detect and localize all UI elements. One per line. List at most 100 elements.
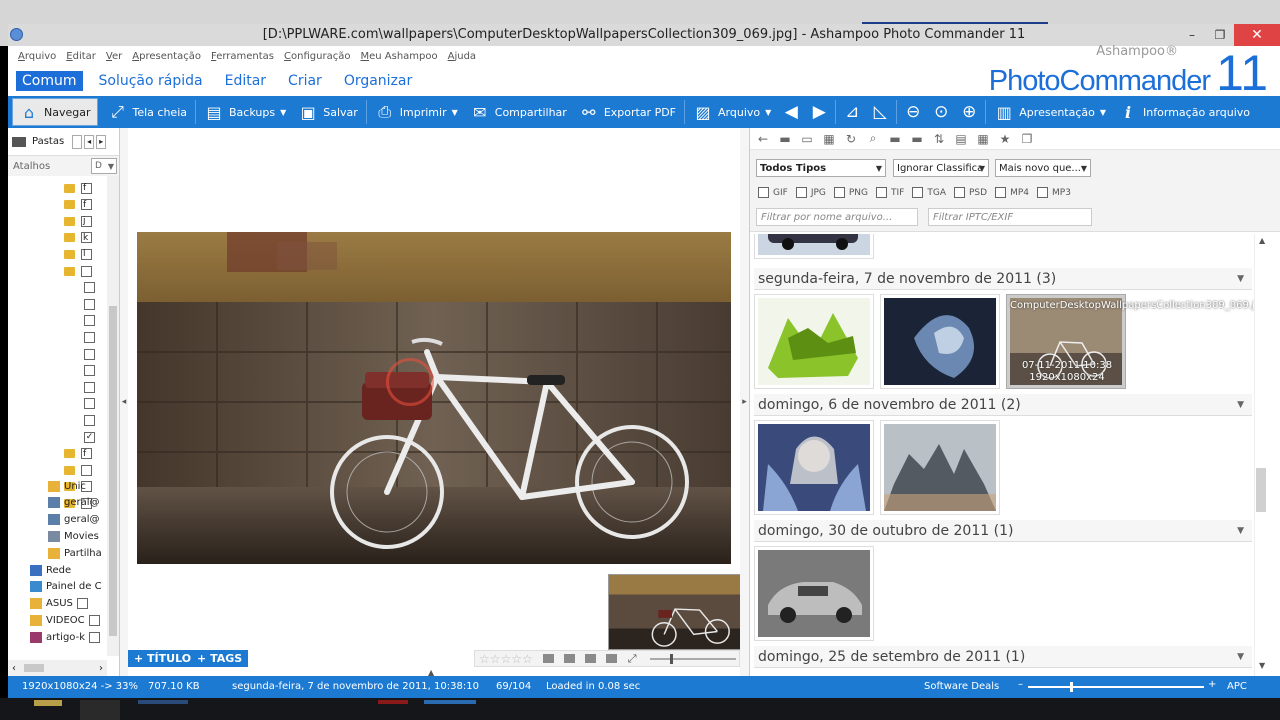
group-header[interactable]: domingo, 25 de setembro de 2011 (1) ▼: [754, 646, 1252, 668]
next-arrow-icon[interactable]: ▶: [805, 96, 833, 128]
folder-row[interactable]: [84, 296, 95, 312]
checkbox[interactable]: [833, 187, 845, 198]
folder-row[interactable]: j: [64, 213, 92, 229]
tree-item-checkbox[interactable]: [89, 631, 100, 643]
software-deals-link[interactable]: Software Deals: [924, 681, 999, 692]
folder-tree-scroll-thumb[interactable]: [109, 306, 117, 636]
folder-checkbox[interactable]: [84, 348, 95, 360]
navegar-button[interactable]: ⌂ Navegar: [12, 98, 98, 126]
minimize-button[interactable]: –: [1178, 24, 1206, 46]
zoom-slider-handle[interactable]: [669, 653, 673, 664]
checkbox[interactable]: [758, 187, 769, 198]
chevron-down-icon[interactable]: ▼: [1237, 526, 1244, 536]
sort-icon[interactable]: ⇅: [932, 132, 946, 146]
fit-icon[interactable]: ⤢: [628, 652, 637, 666]
flip-horizontal-icon[interactable]: ⊿: [838, 96, 866, 128]
maximize-button[interactable]: ❐: [1206, 24, 1234, 46]
tela-cheia-button[interactable]: ⤢ Tela cheia: [102, 96, 194, 128]
filename-filter-input[interactable]: Filtrar por nome arquivo...: [756, 208, 918, 226]
close-button[interactable]: ✕: [1234, 24, 1280, 46]
folder-checkbox[interactable]: [81, 464, 92, 476]
collapse-left-icon[interactable]: ◂: [122, 397, 127, 407]
backups-button[interactable]: ▤ Backups ▼: [198, 96, 292, 128]
sort-select[interactable]: Mais novo que... ▼: [995, 159, 1091, 177]
folder-row[interactable]: [64, 462, 92, 478]
tree-item[interactable]: ASUS: [30, 596, 107, 612]
thumbnail-rocks[interactable]: [880, 420, 1000, 515]
type-select[interactable]: Todos Tipos ▼: [756, 159, 886, 177]
taskbar-item[interactable]: [80, 700, 120, 720]
status-zoom-handle[interactable]: [1070, 682, 1073, 692]
chevron-down-icon[interactable]: ▼: [1237, 652, 1244, 662]
tree-item[interactable]: Partilha: [48, 545, 107, 561]
folder-row[interactable]: [84, 396, 95, 412]
menu-apresentacao[interactable]: Apresentação: [132, 51, 201, 62]
filter-mp4[interactable]: MP4: [995, 187, 1029, 198]
folder-copy-icon[interactable]: ▬: [910, 132, 924, 146]
tree-item[interactable]: Rede: [30, 562, 107, 578]
group-header[interactable]: domingo, 30 de outubro de 2011 (1) ▼: [754, 520, 1252, 542]
tab-criar[interactable]: Criar: [282, 71, 328, 91]
view-mode-icon[interactable]: [542, 654, 554, 663]
copy-icon[interactable]: ❐: [1020, 132, 1034, 146]
scroll-up-icon[interactable]: ▲: [1259, 236, 1265, 245]
arquivo-button[interactable]: ▨ Arquivo ▼: [687, 96, 777, 128]
folder-row[interactable]: [84, 280, 95, 296]
checkbox[interactable]: [995, 187, 1007, 198]
menu-ferramentas[interactable]: Ferramentas: [211, 51, 274, 62]
add-title-button[interactable]: + TÍTULO: [134, 652, 191, 665]
menu-editar[interactable]: Editar: [66, 51, 96, 62]
zoom-out-icon[interactable]: ⊖: [899, 96, 927, 128]
apresentacao-button[interactable]: ▥ Apresentação ▼: [988, 96, 1112, 128]
thumbnail-blue-flower[interactable]: [880, 294, 1000, 389]
folder-checkbox[interactable]: ✓: [84, 431, 95, 443]
view-mode-icon[interactable]: [563, 654, 575, 663]
search-icon[interactable]: ⌕: [866, 131, 880, 146]
tree-item[interactable]: Painel de C: [30, 579, 107, 595]
folder-row[interactable]: [84, 412, 95, 428]
folder-checkbox[interactable]: [84, 298, 95, 310]
thumbnail-anime-girl[interactable]: [754, 420, 874, 515]
zoom-slider[interactable]: [649, 653, 736, 664]
salvar-button[interactable]: ▣ Salvar: [292, 96, 364, 128]
previous-arrow-icon[interactable]: ◀: [777, 96, 805, 128]
folder-checkbox[interactable]: [84, 398, 95, 410]
tab-editar[interactable]: Editar: [219, 71, 272, 91]
thumbnail-car-partial[interactable]: [754, 234, 874, 259]
list-icon[interactable]: ▤: [954, 132, 968, 146]
filter-png[interactable]: PNG: [833, 187, 868, 198]
tree-item[interactable]: geral@: [48, 495, 107, 511]
shortcuts-select[interactable]: D ▼: [91, 158, 117, 174]
taskbar-item[interactable]: [378, 700, 408, 704]
scroll-left-icon[interactable]: ‹: [12, 663, 16, 674]
main-photo-bicycle[interactable]: [137, 232, 731, 564]
rating-stars[interactable]: ☆☆☆☆☆: [479, 652, 533, 666]
folder-checkbox[interactable]: [84, 315, 95, 327]
left-splitter[interactable]: ◂: [120, 128, 128, 676]
menu-meu-ashampoo[interactable]: Meu Ashampoo: [360, 51, 437, 62]
checkbox[interactable]: [1037, 187, 1048, 198]
folder-checkbox[interactable]: [81, 265, 92, 277]
folder-checkbox[interactable]: [84, 282, 95, 294]
zoom-plus-button[interactable]: +: [1208, 679, 1216, 690]
tree-item[interactable]: geral@: [48, 512, 107, 528]
checkbox[interactable]: [954, 187, 965, 198]
taskbar-item[interactable]: [34, 700, 62, 706]
tree-item[interactable]: Unic: [48, 478, 107, 494]
group-header[interactable]: segunda-feira, 7 de novembro de 2011 (3)…: [754, 268, 1252, 290]
thumbnail-green-3d[interactable]: [754, 294, 874, 389]
collapse-right-icon[interactable]: ▸: [742, 397, 747, 407]
folder-row[interactable]: ✓: [84, 429, 95, 445]
tree-item[interactable]: Movies: [48, 528, 107, 544]
folder-row[interactable]: [84, 379, 95, 395]
folder-row[interactable]: f: [64, 446, 92, 462]
folders-tab[interactable]: Pastas: [32, 136, 64, 147]
folder-row[interactable]: k: [64, 230, 92, 246]
folder-checkbox[interactable]: [84, 331, 95, 343]
details-icon[interactable]: ▦: [976, 132, 990, 146]
zoom-in-icon[interactable]: ⊕: [955, 96, 983, 128]
flip-vertical-icon[interactable]: ◺: [866, 96, 894, 128]
compartilhar-button[interactable]: ✉ Compartilhar: [464, 96, 573, 128]
filter-jpg[interactable]: JPG: [795, 187, 826, 198]
zoom-minus-button[interactable]: –: [1018, 679, 1023, 690]
